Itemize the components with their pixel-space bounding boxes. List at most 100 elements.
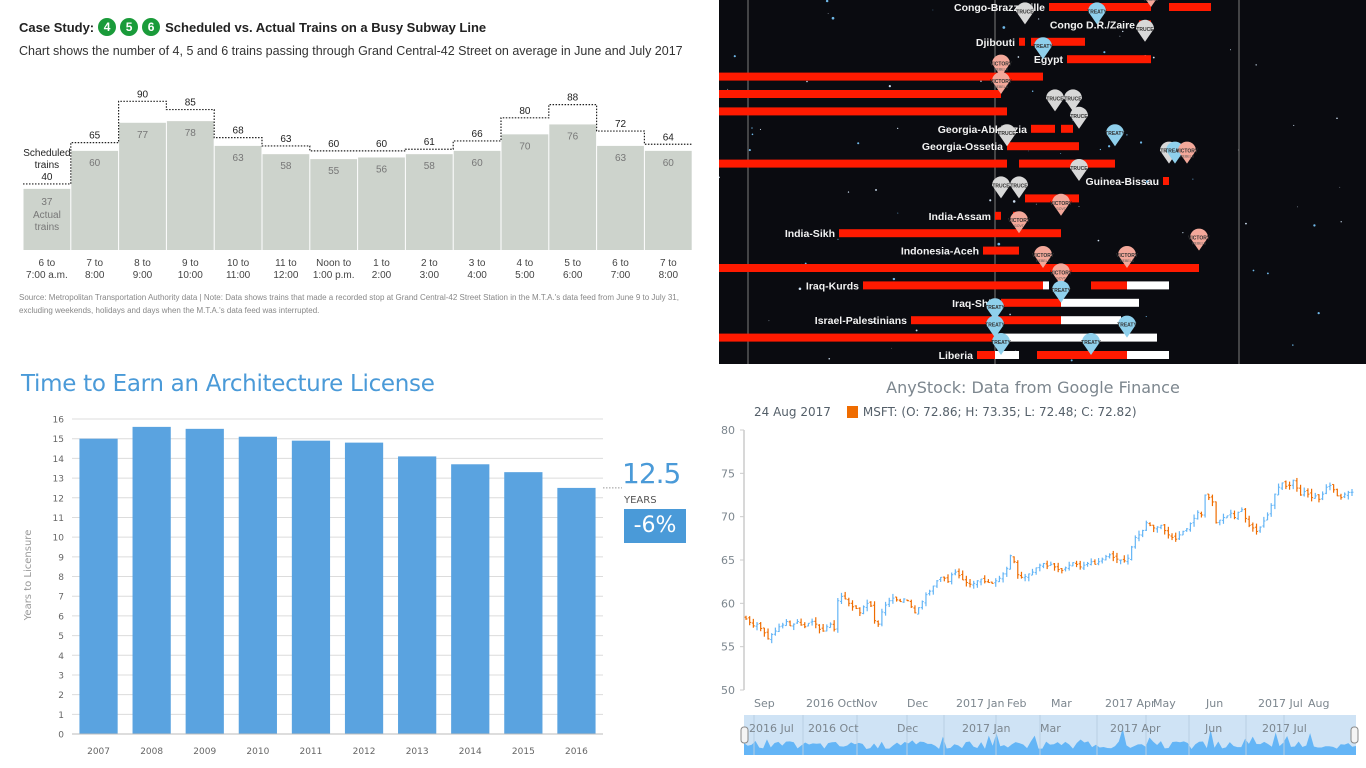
ohlc-bar [1288,481,1292,490]
actual-value-label: 60 [89,158,101,169]
ohlc-bar [1045,560,1049,570]
subway-chart-panel: 60 77 78 63 58 55 56 58 60 70 76 63 60 37 Actual trains… [0,0,718,365]
ohlc-bar [917,607,921,615]
ohlc-bar [1104,554,1108,561]
ohlc-bar [806,622,810,627]
ohlc-bar [972,580,976,589]
star-dot [806,80,808,83]
scheduled-value-label: 60 [328,139,340,150]
x-tick-label: 2 to [421,258,438,269]
bar-2013 [398,456,437,734]
ohlc-bar [839,592,843,605]
scheduled-value-label: 72 [615,119,627,130]
x-tick-label: 6 to [39,258,56,269]
actual-value-label: 55 [328,166,340,177]
marker-label: TRUCE [1016,9,1034,15]
marker-label: TRUCE [998,131,1016,137]
ohlc-bar [880,608,884,627]
scroller-tick-label: 2016 Jul [749,722,794,735]
star-dot [1139,141,1143,144]
actual-value-label: 78 [185,128,197,139]
ongoing-segment [1127,281,1169,290]
actual-bar [119,122,166,250]
ohlc-bar [810,618,814,626]
ohlc-bar [792,623,796,631]
scheduled-value-label: 60 [376,139,388,150]
x-tick-label: 2015 [512,747,535,757]
ohlc-bar [950,572,954,585]
train-5-badge-icon: 5 [120,18,139,36]
bar-2012 [344,442,384,734]
stock-chart-panel: AnyStock: Data from Google Finance 24 Au… [700,365,1366,768]
ohlc-bar [1343,492,1347,499]
ohlc-bar [762,627,766,637]
star-dot [1070,359,1073,362]
conflict-segment [719,107,1007,116]
star-dot [1107,145,1111,148]
star-dot [1097,239,1100,242]
star-dot [1152,56,1155,59]
ohlc-bar [1005,566,1009,577]
conflict-label: Iraq-Kurds [806,280,859,292]
marker-label: TRUCE [1136,27,1154,33]
star-dot [857,142,860,145]
x-tick-label: 2009 [193,747,216,757]
y-tick-label: 60 [721,597,735,610]
star-dot [837,238,839,240]
marker-label: TREATY [991,340,1011,346]
ohlc-bar [1262,516,1266,528]
scroller-tick-label: 2017 Jul [1262,722,1307,735]
ohlc-bar [1277,483,1281,496]
star-dot [1038,18,1040,20]
ohlc-bar [986,579,990,584]
x-tick-label: 5 to [564,258,581,269]
y-tick-label: 6 [58,612,64,622]
ohlc-bar [1119,559,1123,565]
ohlc-bar [1041,562,1045,569]
y-tick-label: 9 [58,553,64,563]
y-tick-label: 4 [58,652,64,662]
x-tick-label: 2012 [353,747,376,757]
scheduled-value-label: 90 [137,89,149,100]
conflict-timeline: Congo-BrazzavilleVICTORYREBELSCongo D.R.… [719,0,1342,364]
ohlc-bar [1082,561,1086,570]
range-scroller[interactable]: 2016 Jul 2016 Oct Dec 2017 Jan Mar 2017 Apr Ju… [740,715,1359,755]
star-dot [932,9,934,11]
ohlc-bar [1030,568,1034,576]
conflict-segment [839,229,1061,238]
ohlc-bar [784,619,788,627]
y-tick-label: 8 [58,573,64,583]
ohlc-bar [770,633,774,644]
conflict-segment [1169,3,1211,11]
ohlc-bar [773,627,777,636]
x-tick-label: 8 to [134,258,151,269]
ohlc-bar [1038,563,1042,572]
conflict-label: Djibouti [976,37,1015,49]
ohlc-bar [1317,494,1321,503]
star-dot [989,199,992,202]
x-tick-label: 10 to [227,258,250,269]
x-tick-label: 7 to [86,258,103,269]
ohlc-bar [1075,560,1079,568]
ohlc-bar [1218,519,1222,526]
star-dot [1119,35,1121,37]
ohlc-bar [1155,526,1159,533]
scroller-left-handle[interactable] [740,726,749,744]
star-dot [1017,56,1020,58]
scroller-right-handle[interactable] [1350,726,1359,744]
x-tick-label: 2008 [140,747,163,757]
truce-marker-icon: TRUCE [1136,19,1154,42]
actual-bar [166,121,214,250]
y-tick-label: 70 [721,511,735,524]
ohlc-bar [1221,513,1225,524]
bar-2016 [557,487,596,734]
marker-sublabel: GOVT [1056,207,1067,211]
y-tick-label: 11 [53,514,64,524]
conflict-label: Israel-Palestinians [815,315,907,327]
marker-sublabel: GOVT [1056,276,1067,280]
marker-label: TREATY [1081,340,1101,346]
ohlc-bar [1214,501,1218,524]
x-tick-label: 9 to [182,258,199,269]
conflict-segment [977,351,995,359]
stock-chart[interactable]: 50556065707580Sep 2016 Oct Nov Dec 2017 Jan F… [700,365,1366,768]
